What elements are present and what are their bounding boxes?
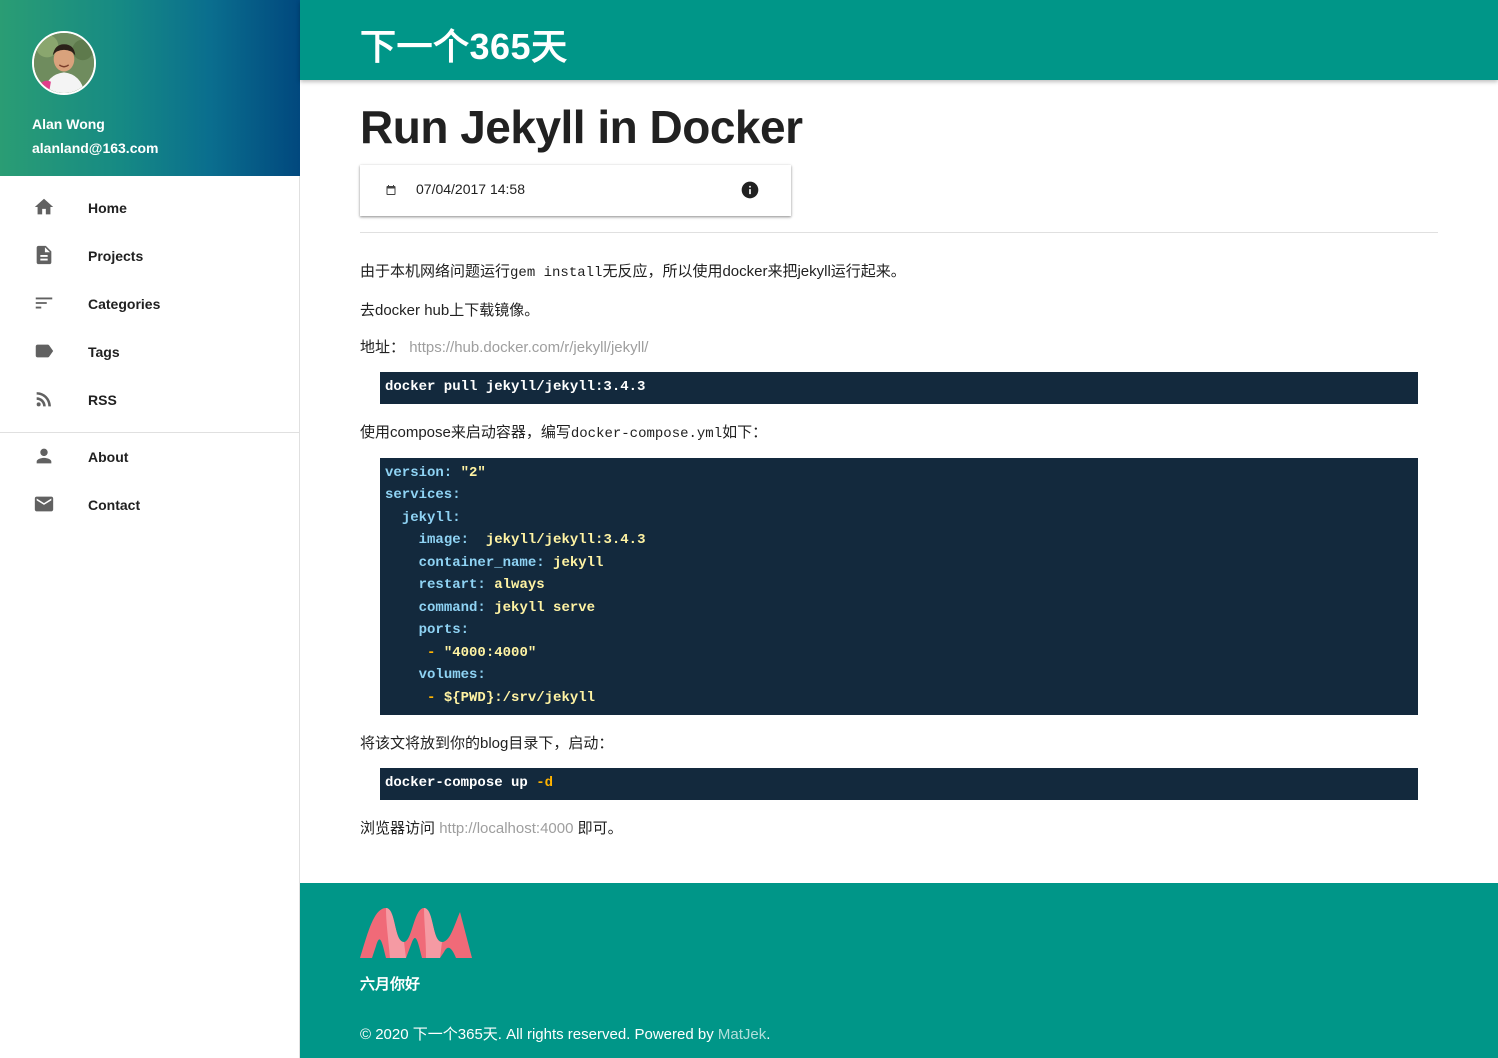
code-line: version: "2" bbox=[385, 465, 486, 481]
yaml-key: command: bbox=[418, 600, 486, 616]
text: 使用compose来启动容器，编写 bbox=[360, 424, 571, 441]
paragraph-intro: 由于本机网络问题运行gem install无反应，所以使用docker来把jek… bbox=[360, 260, 906, 281]
nav-item-tags[interactable]: Tags bbox=[0, 328, 300, 376]
nav-item-label: RSS bbox=[88, 392, 117, 408]
calendar-icon bbox=[385, 183, 397, 195]
site-title[interactable]: 下一个365天 bbox=[360, 18, 568, 70]
nav-item-about[interactable]: About bbox=[0, 433, 300, 481]
person-icon bbox=[33, 445, 55, 467]
yaml-value: "2" bbox=[460, 465, 486, 481]
text: 浏览器访问 bbox=[360, 820, 436, 837]
yaml-key: image: bbox=[418, 532, 470, 548]
primary-nav: Home Projects Categories Tags RSS bbox=[0, 184, 300, 424]
yaml-value: jekyll/jekyll:3.4.3 bbox=[485, 532, 646, 548]
inline-code: docker-compose.yml bbox=[570, 426, 723, 442]
nav-item-label: Categories bbox=[88, 296, 161, 312]
footer-logo bbox=[360, 902, 472, 962]
code-line: command: jekyll serve bbox=[385, 600, 595, 616]
copyright-text: © 2020 下一个365天. All rights reserved. Pow… bbox=[360, 1026, 714, 1043]
code-line: container_name: jekyll bbox=[385, 555, 604, 571]
secondary-nav: About Contact bbox=[0, 433, 300, 529]
paragraph-address: 地址： https://hub.docker.com/r/jekyll/jeky… bbox=[360, 336, 648, 357]
shell-command: docker-compose up bbox=[385, 775, 528, 791]
footer-copyright: © 2020 下一个365天. All rights reserved. Pow… bbox=[360, 1023, 770, 1044]
yaml-value: jekyll serve bbox=[494, 600, 596, 616]
code-line: jekyll: bbox=[385, 510, 461, 526]
code-line: docker pull jekyll/jekyll:3.4.3 bbox=[385, 379, 646, 395]
code-line: services: bbox=[385, 487, 461, 503]
docker-hub-link[interactable]: https://hub.docker.com/r/jekyll/jekyll/ bbox=[409, 339, 648, 356]
text: 无反应，所以使用docker来把jekyll运行起来。 bbox=[602, 263, 906, 280]
post-date: 07/04/2017 14:58 bbox=[416, 181, 525, 197]
avatar[interactable] bbox=[32, 31, 96, 95]
text: 如下： bbox=[722, 424, 768, 441]
paragraph-visit: 浏览器访问 http://localhost:4000 即可。 bbox=[360, 817, 623, 838]
yaml-value: ${PWD}:/srv/jekyll bbox=[443, 690, 596, 706]
sort-icon bbox=[33, 292, 55, 314]
code-block-up: docker-compose up -d bbox=[380, 768, 1418, 800]
post-meta-card: 07/04/2017 14:58 bbox=[360, 165, 791, 216]
code-line: docker-compose up -d bbox=[385, 775, 553, 791]
footer: 六月你好 © 2020 下一个365天. All rights reserved… bbox=[300, 883, 1498, 1058]
user-email: alanland@163.com bbox=[32, 140, 159, 156]
paragraph-download: 去docker hub上下载镜像。 bbox=[360, 302, 540, 319]
shell-flag: -d bbox=[536, 775, 554, 791]
nav-item-categories[interactable]: Categories bbox=[0, 280, 300, 328]
yaml-key: jekyll: bbox=[401, 510, 461, 526]
home-icon bbox=[33, 196, 55, 218]
code-line: - ${PWD}:/srv/jekyll bbox=[385, 690, 595, 706]
info-icon[interactable] bbox=[740, 180, 760, 200]
yaml-key: volumes: bbox=[418, 667, 486, 683]
top-app-bar: 下一个365天 bbox=[300, 0, 1498, 80]
text: 地址： bbox=[360, 339, 406, 356]
yaml-dash: - bbox=[427, 690, 436, 706]
nav-item-label: Projects bbox=[88, 248, 144, 264]
yaml-value: jekyll bbox=[553, 555, 604, 571]
code-line: restart: always bbox=[385, 577, 545, 593]
code-line: volumes: bbox=[385, 667, 486, 683]
copyright-period: . bbox=[766, 1026, 771, 1043]
yaml-key: container_name: bbox=[418, 555, 545, 571]
nav-item-label: Home bbox=[88, 200, 127, 216]
email-icon bbox=[33, 493, 55, 515]
yaml-value: "4000:4000" bbox=[443, 645, 537, 661]
content-divider bbox=[360, 232, 1438, 233]
footer-tagline: 六月你好 bbox=[360, 976, 421, 993]
user-name: Alan Wong bbox=[32, 116, 105, 132]
nav-item-label: Contact bbox=[88, 497, 141, 513]
yaml-key: ports: bbox=[418, 622, 470, 638]
code-line: ports: bbox=[385, 622, 469, 638]
yaml-dash: - bbox=[427, 645, 436, 661]
avatar-photo bbox=[34, 33, 94, 93]
post-title: Run Jekyll in Docker bbox=[360, 101, 803, 153]
code-block-compose: version: "2" services: jekyll: image: je… bbox=[380, 458, 1418, 715]
yaml-value: always bbox=[494, 577, 545, 593]
paragraph-compose: 使用compose来启动容器，编写docker-compose.yml如下： bbox=[360, 421, 767, 442]
rss-icon bbox=[33, 388, 55, 410]
localhost-link[interactable]: http://localhost:4000 bbox=[439, 820, 573, 837]
nav-item-rss[interactable]: RSS bbox=[0, 376, 300, 424]
nav-item-label: Tags bbox=[88, 344, 120, 360]
paragraph-start: 将该文将放到你的blog目录下，启动： bbox=[360, 735, 614, 752]
sidebar-profile-header: Alan Wong alanland@163.com bbox=[0, 0, 300, 176]
yaml-key: restart: bbox=[418, 577, 486, 593]
nav-item-home[interactable]: Home bbox=[0, 184, 300, 232]
nav-item-label: About bbox=[88, 449, 129, 465]
yaml-key: version: bbox=[385, 465, 453, 481]
matjek-link[interactable]: MatJek bbox=[718, 1026, 766, 1043]
label-icon bbox=[33, 340, 55, 362]
code-block-pull: docker pull jekyll/jekyll:3.4.3 bbox=[380, 372, 1418, 404]
nav-item-projects[interactable]: Projects bbox=[0, 232, 300, 280]
inline-code: gem install bbox=[510, 265, 603, 281]
code-line: - "4000:4000" bbox=[385, 645, 536, 661]
yaml-key: services: bbox=[385, 487, 461, 503]
text: 由于本机网络问题运行 bbox=[360, 263, 511, 280]
code-line: image: jekyll/jekyll:3.4.3 bbox=[385, 532, 646, 548]
text: 即可。 bbox=[577, 820, 623, 837]
document-icon bbox=[33, 244, 55, 266]
sidebar: Alan Wong alanland@163.com Home Projects… bbox=[0, 0, 300, 1058]
nav-item-contact[interactable]: Contact bbox=[0, 481, 300, 529]
